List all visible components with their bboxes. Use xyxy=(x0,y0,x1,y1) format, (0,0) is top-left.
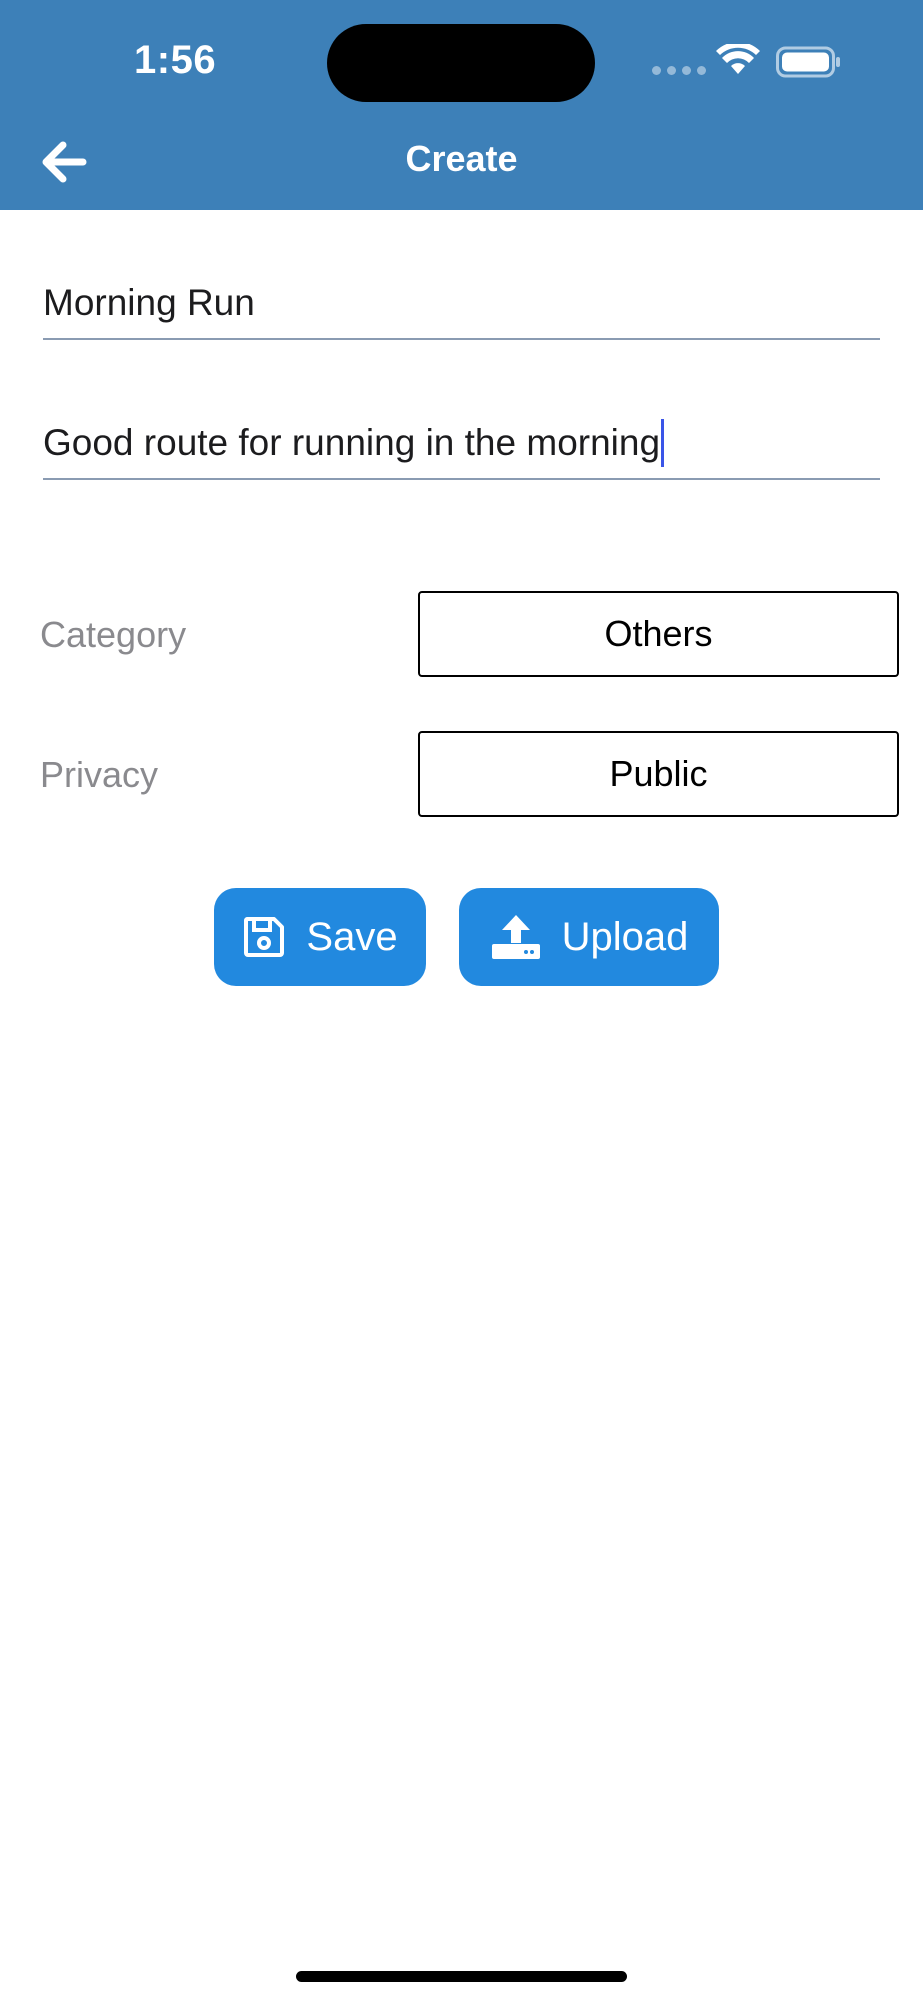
floppy-disk-icon xyxy=(244,917,285,957)
upload-icon xyxy=(491,915,540,959)
upload-button-label: Upload xyxy=(561,914,689,959)
description-input[interactable]: Good route for running in the morning xyxy=(43,408,880,480)
home-indicator[interactable] xyxy=(296,1971,627,1982)
description-input-value: Good route for running in the morning xyxy=(43,422,661,463)
privacy-picker[interactable]: Public xyxy=(418,731,899,817)
status-time: 1:56 xyxy=(134,38,217,82)
category-picker-value: Others xyxy=(604,613,713,654)
upload-button[interactable]: Upload xyxy=(459,888,719,986)
text-cursor xyxy=(661,419,665,467)
title-input-value: Morning Run xyxy=(43,282,255,323)
title-input[interactable]: Morning Run xyxy=(43,268,880,340)
page-title: Create xyxy=(405,138,518,179)
category-label: Category xyxy=(40,614,187,655)
privacy-picker-value: Public xyxy=(609,753,708,794)
signal-icon xyxy=(652,66,706,75)
save-button[interactable]: Save xyxy=(214,888,426,986)
battery-icon xyxy=(776,46,840,78)
category-picker[interactable]: Others xyxy=(418,591,899,677)
create-screen: 1:56 Create Morning Run Good route for r… xyxy=(0,0,923,2000)
app-header: 1:56 Create xyxy=(0,0,923,210)
dynamic-island xyxy=(327,24,595,102)
save-button-label: Save xyxy=(306,914,398,959)
wifi-icon xyxy=(716,44,760,74)
privacy-label: Privacy xyxy=(40,754,159,795)
